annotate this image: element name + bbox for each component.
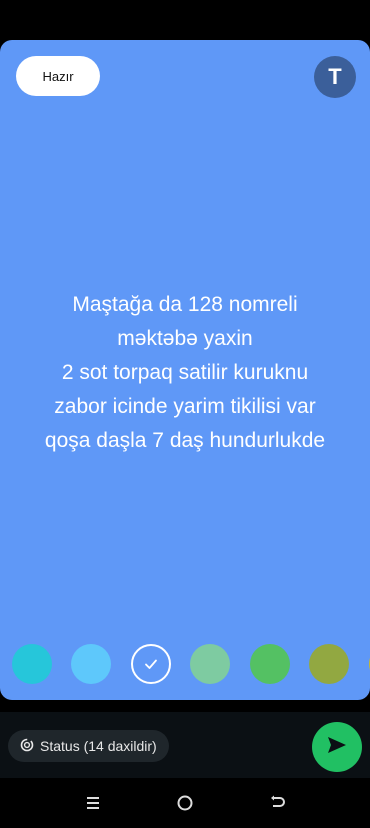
status-text-line: 2 sot torpaq satilir kuruknu (61, 361, 309, 384)
home-icon[interactable] (172, 790, 198, 816)
color-swatch[interactable] (71, 644, 112, 684)
status-audience-button[interactable]: Status (14 daxildir) (8, 730, 169, 762)
color-swatch[interactable] (190, 644, 231, 684)
menu-icon[interactable] (80, 790, 106, 816)
color-swatch[interactable] (309, 644, 350, 684)
text-tool-button[interactable]: T (314, 56, 356, 98)
status-text-line: qoşa daşla 7 daş hundurlukde (44, 429, 326, 452)
done-button[interactable]: Hazır (16, 56, 100, 96)
send-icon (327, 736, 347, 759)
color-swatch[interactable] (12, 644, 52, 684)
checkmark-icon (133, 646, 169, 682)
color-swatch-row[interactable] (12, 644, 370, 686)
send-button[interactable] (312, 722, 362, 772)
status-text-line: Maştağa da 128 nomreli (72, 293, 298, 316)
system-navigation-bar (0, 778, 370, 828)
status-text[interactable]: Maştağa da 128 nomreli məktəbə yaxin 2 s… (12, 288, 358, 458)
status-canvas[interactable]: Hazır T Maştağa da 128 nomreli məktəbə y… (0, 40, 370, 700)
status-ring-icon (20, 738, 34, 755)
back-icon[interactable] (264, 790, 290, 816)
color-swatch[interactable] (249, 644, 290, 684)
status-audience-label: Status (14 daxildir) (40, 738, 157, 754)
text-tool-label: T (328, 64, 342, 89)
compose-footer: Status (14 daxildir) (0, 712, 370, 778)
status-text-line: məktəbə yaxin (117, 327, 253, 350)
status-text-line: zabor icinde yarim tikilisi var (54, 395, 316, 418)
color-swatch-selected[interactable] (130, 644, 171, 684)
